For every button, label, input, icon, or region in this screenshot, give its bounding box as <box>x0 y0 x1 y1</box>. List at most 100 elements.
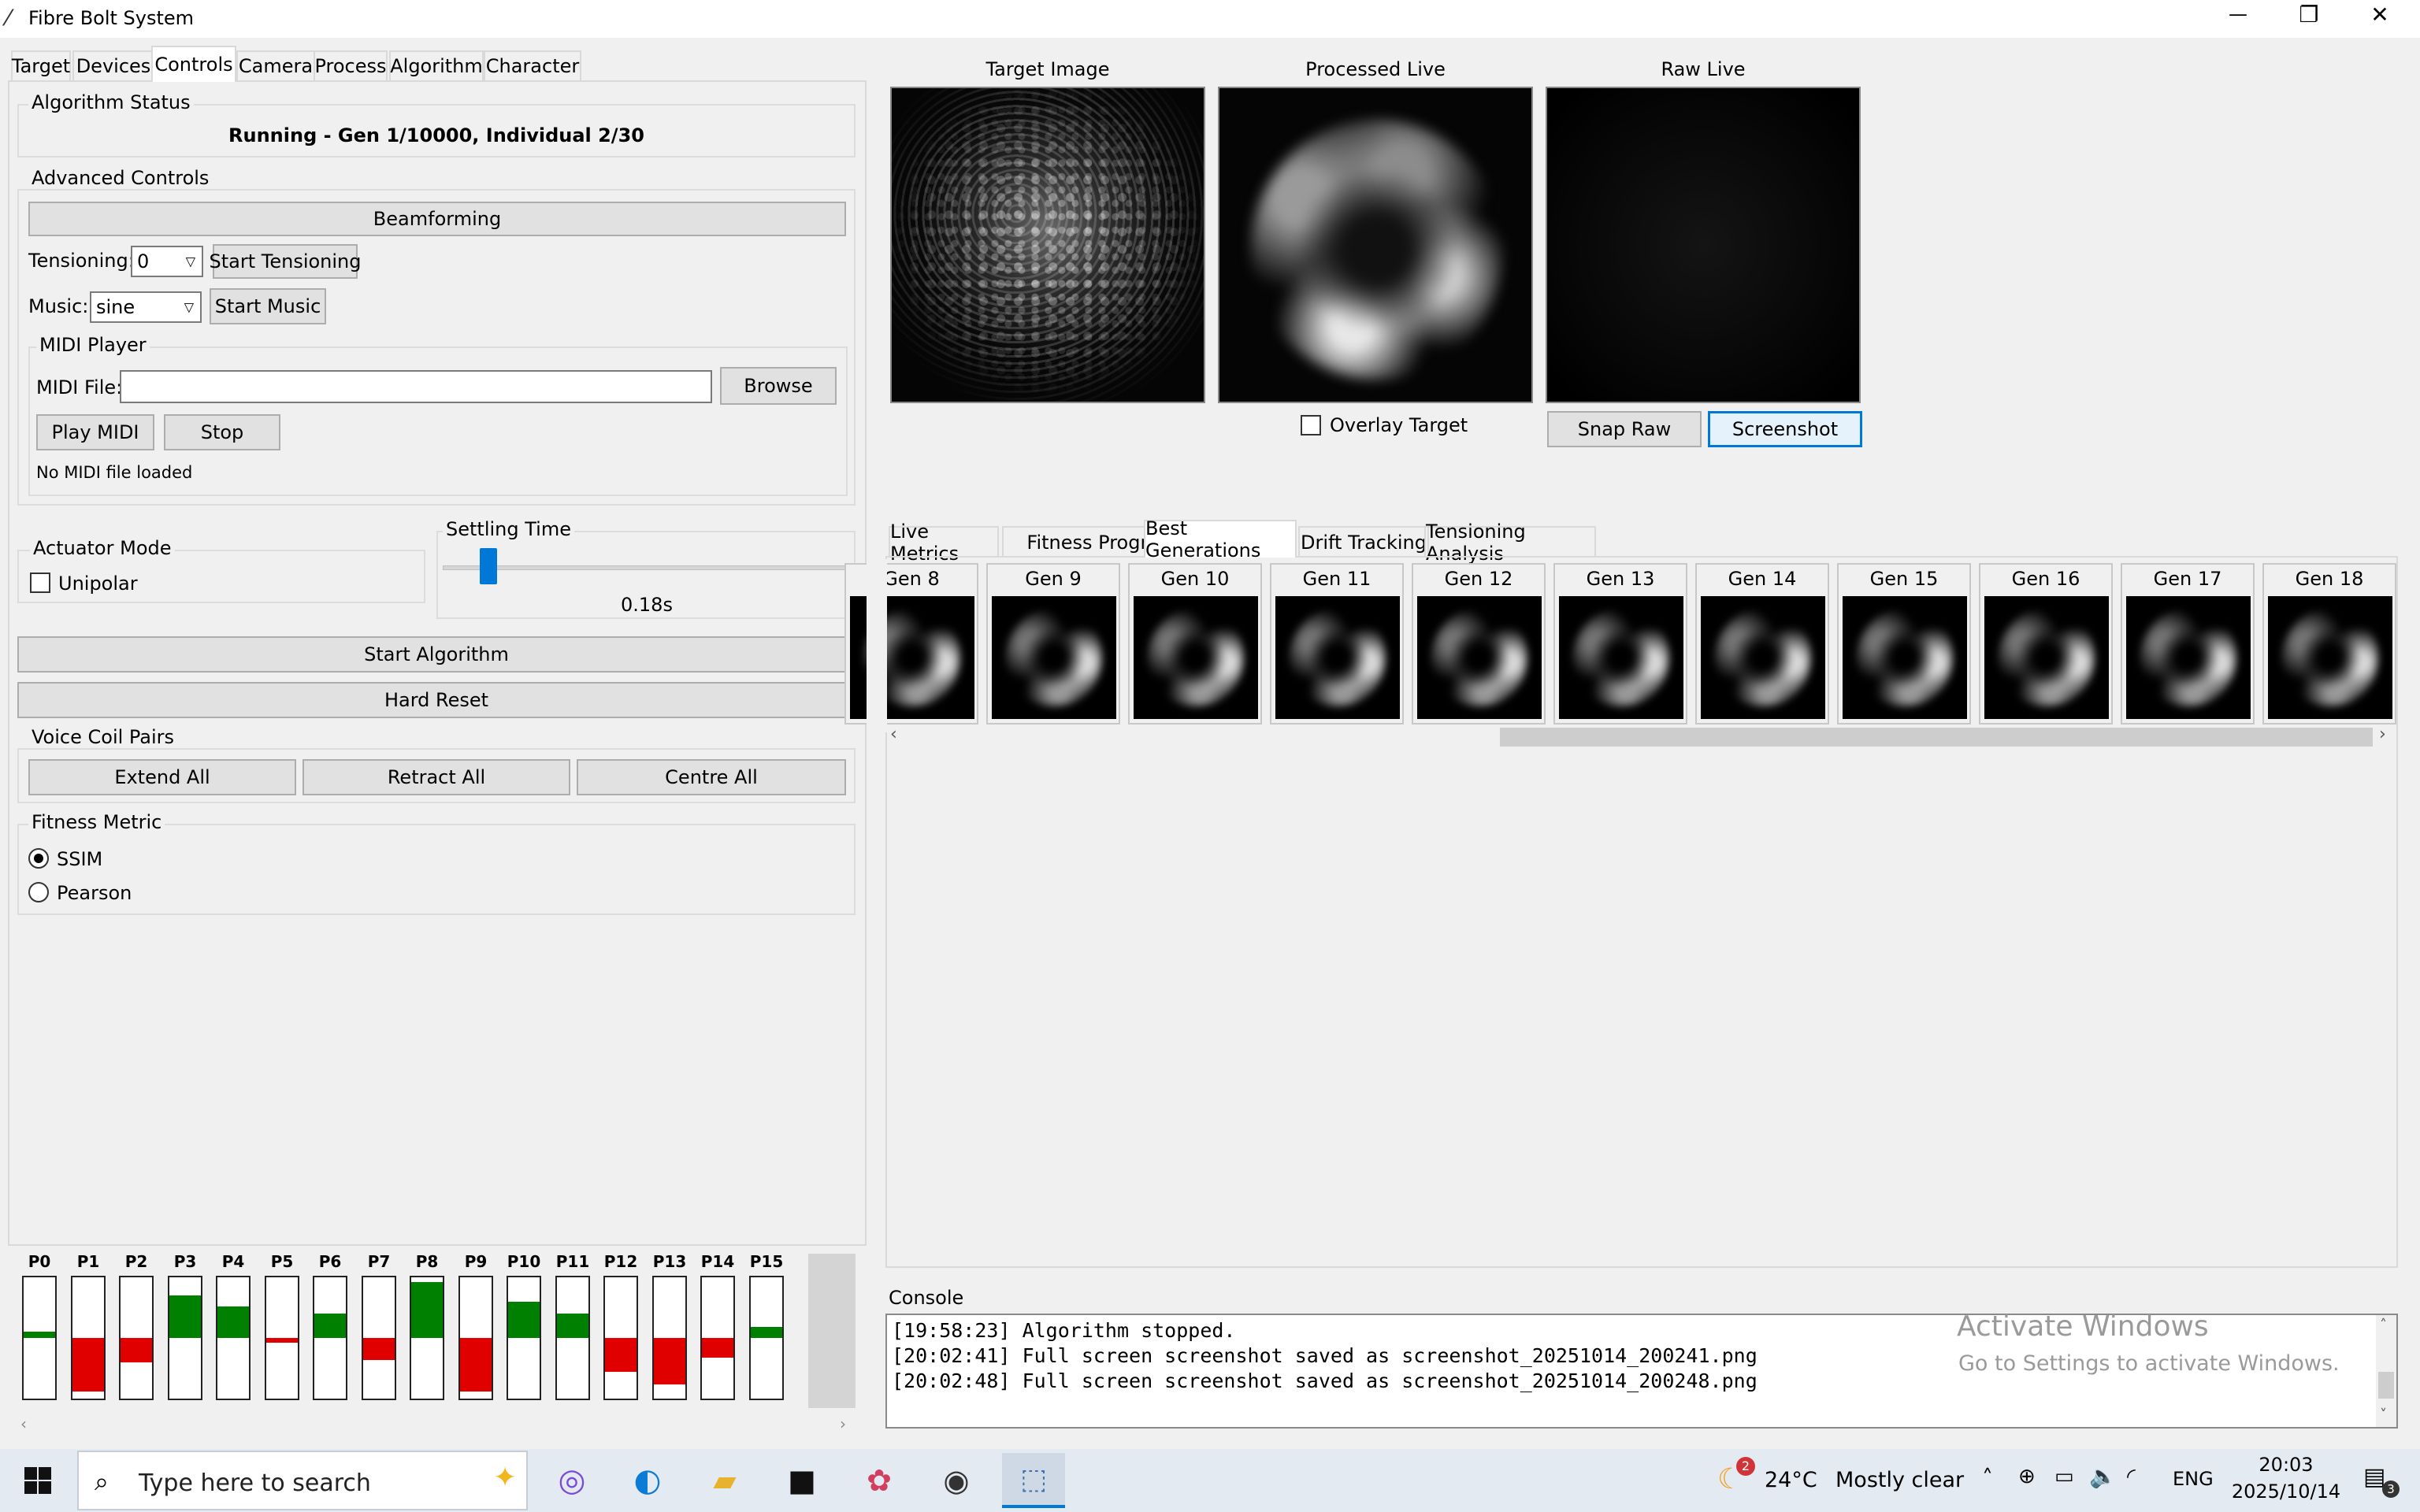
snap-raw-button[interactable]: Snap Raw <box>1547 411 1702 447</box>
pair-slider[interactable]: P8 <box>405 1252 449 1410</box>
python-app-icon[interactable]: ⬚ <box>1002 1453 1065 1508</box>
pair-slider[interactable]: P15 <box>744 1252 789 1410</box>
tab-drift-tracking[interactable]: Drift Tracking <box>1298 526 1429 558</box>
pair-slider[interactable]: P5 <box>260 1252 304 1410</box>
language-indicator[interactable]: ENG <box>2173 1468 2214 1490</box>
chevron-up-icon[interactable]: ˄ <box>1982 1465 1993 1491</box>
pair-slider[interactable]: P12 <box>599 1252 643 1410</box>
pair-track[interactable] <box>652 1276 687 1400</box>
start-tensioning-button[interactable]: Start Tensioning <box>210 244 362 279</box>
pair-track[interactable] <box>119 1276 154 1400</box>
pair-track[interactable] <box>458 1276 493 1400</box>
pair-track[interactable] <box>216 1276 251 1400</box>
pair-slider[interactable]: P7 <box>357 1252 401 1410</box>
generation-thumbnail[interactable]: Gen 11 <box>1270 563 1404 724</box>
tab-live-metrics[interactable]: Live Metrics <box>889 521 999 565</box>
pair-slider[interactable]: P13 <box>648 1252 692 1410</box>
play-midi-button[interactable]: Play MIDI <box>36 414 154 450</box>
pair-slider[interactable]: P0 <box>17 1252 61 1410</box>
browse-button[interactable]: Browse <box>720 367 837 405</box>
generation-thumbnail[interactable]: Gen 18 <box>2262 563 2396 724</box>
generation-thumbnail[interactable]: Gen 16 <box>1979 563 2113 724</box>
music-select[interactable]: sine ▽ <box>90 291 202 323</box>
tab-controls[interactable]: Controls <box>151 46 236 82</box>
pair-track[interactable] <box>265 1276 299 1400</box>
pair-slider[interactable]: P6 <box>308 1252 352 1410</box>
pair-track[interactable] <box>555 1276 590 1400</box>
centre-all-button[interactable]: Centre All <box>577 759 846 795</box>
tab-devices[interactable]: Devices <box>72 50 154 80</box>
clock-date[interactable]: 2025/10/14 <box>2223 1480 2349 1503</box>
pair-track[interactable] <box>22 1276 57 1400</box>
tab-character[interactable]: Character <box>484 50 581 80</box>
pair-track[interactable] <box>749 1276 784 1400</box>
edge-icon[interactable]: ◐ <box>616 1453 679 1508</box>
unipolar-checkbox[interactable] <box>30 573 50 593</box>
tab-target[interactable]: Target <box>11 50 71 80</box>
generation-thumbnail[interactable]: Gen 13 <box>1553 563 1687 724</box>
stop-midi-button[interactable]: Stop <box>164 414 280 450</box>
pair-slider[interactable]: P1 <box>66 1252 110 1410</box>
pair-track[interactable] <box>168 1276 202 1400</box>
retract-all-button[interactable]: Retract All <box>302 759 570 795</box>
tab-best-generations[interactable]: Best Generations <box>1144 517 1297 561</box>
clock-time[interactable]: 20:03 <box>2231 1454 2341 1476</box>
volume-icon[interactable]: 🔈 <box>2089 1463 2117 1489</box>
taskbar-search-box[interactable]: ⌕ Type here to search ✦ <box>77 1451 528 1510</box>
pair-slider[interactable]: P9 <box>454 1252 498 1410</box>
extend-all-button[interactable]: Extend All <box>28 759 296 795</box>
pair-slider[interactable]: P11 <box>551 1252 595 1410</box>
left-scroll-left-icon[interactable]: ‹ <box>20 1414 27 1433</box>
pair-slider[interactable]: P10 <box>502 1252 546 1410</box>
generation-thumbnail[interactable]: Gen 17 <box>2121 563 2255 724</box>
generation-thumbnail[interactable]: Gen 8 <box>844 563 978 724</box>
start-music-button[interactable]: Start Music <box>210 288 326 324</box>
people-icon[interactable]: ⊕ <box>2018 1465 2036 1488</box>
generation-thumbnail[interactable]: Gen 10 <box>1128 563 1262 724</box>
file-explorer-icon[interactable]: ▰ <box>693 1453 756 1508</box>
paint-icon[interactable]: ✿ <box>848 1453 911 1508</box>
midi-file-input[interactable] <box>120 370 712 403</box>
pair-track[interactable] <box>507 1276 541 1400</box>
generation-thumbnail[interactable]: Gen 12 <box>1412 563 1546 724</box>
screenshot-button[interactable]: Screenshot <box>1708 411 1862 447</box>
copilot-icon[interactable]: ◎ <box>540 1453 603 1508</box>
generation-thumbnail[interactable]: Gen 15 <box>1837 563 1971 724</box>
pair-track[interactable] <box>603 1276 638 1400</box>
pair-slider[interactable]: P3 <box>163 1252 207 1410</box>
pair-slider[interactable]: P14 <box>696 1252 740 1410</box>
left-scroll-right-icon[interactable]: › <box>840 1414 846 1433</box>
camera-app-icon[interactable]: ◉ <box>925 1453 988 1508</box>
pair-slider[interactable]: P2 <box>114 1252 158 1410</box>
generation-thumbnail[interactable]: Gen 9 <box>986 563 1120 724</box>
restore-button[interactable]: ❐ <box>2289 2 2329 28</box>
console-scrollbar[interactable]: ˄ ˅ <box>2376 1315 2396 1427</box>
thumbs-scrollbar-thumb[interactable] <box>1500 728 2373 747</box>
pearson-radio[interactable] <box>28 882 49 902</box>
tab-algorithm[interactable]: Algorithm <box>389 50 484 80</box>
scroll-left-icon[interactable]: ‹ <box>890 724 897 744</box>
weather-temp[interactable]: 24°C <box>1765 1468 1817 1492</box>
weather-text[interactable]: Mostly clear <box>1835 1468 1964 1492</box>
minimize-button[interactable]: — <box>2218 3 2258 25</box>
scroll-up-icon[interactable]: ˄ <box>2380 1317 2387 1333</box>
pair-slider[interactable]: P4 <box>211 1252 255 1410</box>
beamforming-button[interactable]: Beamforming <box>28 202 846 236</box>
start-algorithm-button[interactable]: Start Algorithm <box>17 636 856 673</box>
hard-reset-button[interactable]: Hard Reset <box>17 682 856 718</box>
terminal-icon[interactable]: ■ <box>770 1453 833 1508</box>
wifi-icon[interactable]: ◜ <box>2127 1463 2136 1489</box>
pair-track[interactable] <box>362 1276 396 1400</box>
start-button[interactable] <box>6 1453 69 1508</box>
pair-track[interactable] <box>700 1276 735 1400</box>
close-button[interactable]: ✕ <box>2360 2 2400 28</box>
scroll-right-icon[interactable]: › <box>2379 724 2386 744</box>
settling-time-slider[interactable] <box>480 548 497 584</box>
console-scrollbar-thumb[interactable] <box>2378 1372 2394 1399</box>
tab-process[interactable]: Process <box>314 50 388 80</box>
tab-camera[interactable]: Camera <box>236 50 315 80</box>
battery-icon[interactable]: ▭ <box>2054 1465 2074 1488</box>
tensioning-select[interactable]: 0 ▽ <box>131 246 203 277</box>
tab-tensioning-analysis[interactable]: Tensioning Analysis <box>1424 521 1596 565</box>
pair-track[interactable] <box>71 1276 106 1400</box>
